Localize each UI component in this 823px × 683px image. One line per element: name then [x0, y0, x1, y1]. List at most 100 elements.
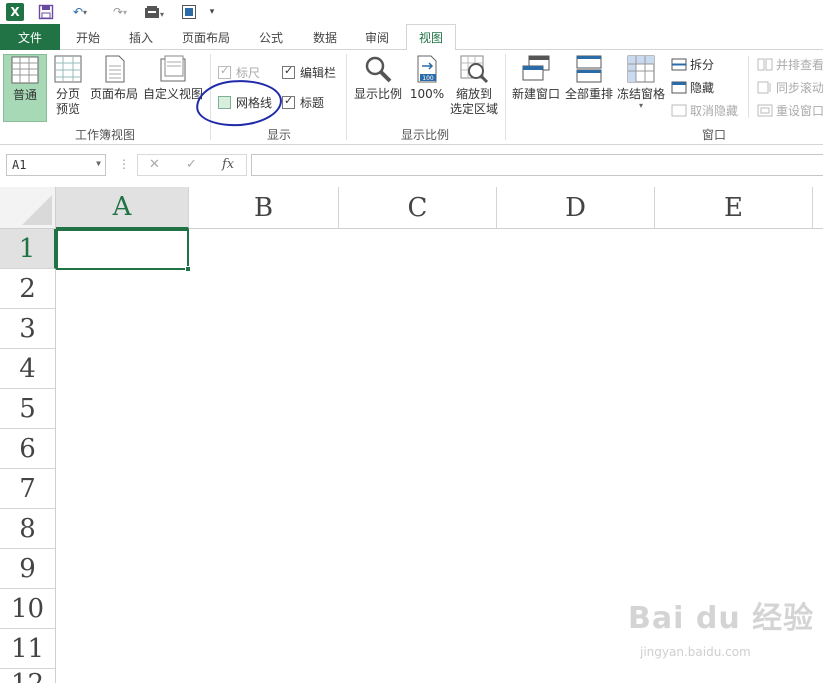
svg-text:100: 100	[422, 75, 434, 82]
zoom-100-button[interactable]: 100 100%	[408, 54, 446, 122]
customize-qat-icon[interactable]: ▾	[206, 3, 218, 21]
zoom-to-selection-button[interactable]: 缩放到 选定区域	[448, 54, 500, 122]
normal-view-label: 普通	[12, 88, 37, 102]
select-all-button[interactable]	[0, 187, 56, 229]
row-header-12[interactable]: 12	[0, 669, 56, 683]
ruler-checkbox[interactable]: 标尺	[218, 63, 260, 81]
name-box[interactable]: A1 ▼	[6, 154, 106, 176]
headings-checkbox-box	[282, 94, 295, 109]
insert-function-icon[interactable]: fx	[222, 157, 234, 172]
unhide-window-button[interactable]: 取消隐藏	[671, 100, 738, 120]
column-header-b[interactable]: B	[189, 187, 339, 229]
gridlines-checkbox[interactable]: 网格线	[218, 93, 272, 111]
zoom-100-icon: 100	[417, 55, 437, 83]
redo-icon[interactable]: ↷ ▾	[106, 3, 134, 21]
ruler-checkbox-box	[218, 64, 231, 79]
sync-scroll-icon	[757, 81, 771, 93]
formula-bar-checkbox[interactable]: 编辑栏	[282, 63, 336, 81]
tab-review[interactable]: 审阅	[354, 24, 400, 50]
active-cell-a1[interactable]	[56, 229, 191, 272]
excel-logo-icon: X	[6, 3, 24, 21]
headings-label: 标题	[300, 95, 325, 110]
tab-formulas[interactable]: 公式	[248, 24, 294, 50]
reset-window-position-button[interactable]: 重设窗口	[757, 100, 823, 120]
chevron-down-icon[interactable]: ▼	[96, 159, 101, 168]
fill-handle[interactable]	[185, 266, 191, 272]
freeze-panes-button[interactable]: 冻结窗格 ▾	[615, 54, 667, 122]
baidu-watermark: Bai du 经验	[628, 601, 815, 636]
formula-bar: A1 ▼ ⋮ ✕ ✓ fx	[0, 145, 823, 187]
column-header-a[interactable]: A	[56, 187, 189, 229]
formula-buttons: ✕ ✓ fx	[137, 154, 247, 176]
new-window-label: 新建窗口	[511, 87, 560, 101]
split-icon	[671, 58, 687, 70]
freeze-panes-icon	[627, 55, 655, 83]
cancel-icon[interactable]: ✕	[149, 157, 160, 172]
headings-checkbox[interactable]: 标题	[282, 93, 324, 111]
tab-page-layout[interactable]: 页面布局	[172, 24, 240, 50]
zoom-selection-icon	[460, 55, 489, 84]
zoom-100-label: 100%	[409, 87, 445, 101]
custom-views-button[interactable]: 自定义视图	[142, 54, 204, 122]
tab-data[interactable]: 数据	[302, 24, 348, 50]
custom-views-icon	[160, 55, 186, 82]
workbook-icon[interactable]: ▾	[142, 3, 168, 21]
normal-view-icon	[11, 56, 39, 84]
column-header-c[interactable]: C	[339, 187, 497, 229]
normal-view-button[interactable]: 普通	[3, 54, 47, 122]
row-header-8[interactable]: 8	[0, 509, 56, 549]
tab-home[interactable]: 开始	[66, 24, 110, 50]
hide-window-icon	[671, 81, 687, 93]
formula-input[interactable]	[251, 154, 823, 176]
column-header-e[interactable]: E	[655, 187, 813, 229]
row-header-9[interactable]: 9	[0, 549, 56, 589]
row-header-7[interactable]: 7	[0, 469, 56, 509]
split-label: 拆分	[690, 57, 715, 72]
view-side-by-side-button[interactable]: 并排查看	[757, 54, 823, 74]
row-header-1[interactable]: 1	[0, 229, 56, 269]
window-group-label: 窗口	[702, 128, 727, 142]
new-window-button[interactable]: 新建窗口	[510, 54, 562, 122]
row-header-2[interactable]: 2	[0, 269, 56, 309]
page-break-preview-icon	[54, 55, 82, 83]
sync-scroll-button[interactable]: 同步滚动	[757, 77, 823, 97]
row-header-11[interactable]: 11	[0, 629, 56, 669]
gridlines-checkbox-box	[218, 95, 231, 109]
column-header-f[interactable]	[813, 187, 823, 229]
row-header-5[interactable]: 5	[0, 389, 56, 429]
arrange-all-label: 全部重排	[564, 87, 613, 101]
formula-bar-grip-icon[interactable]: ⋮	[118, 157, 130, 171]
dropdown-icon: ▾	[638, 101, 643, 110]
column-header-d[interactable]: D	[497, 187, 655, 229]
page-break-preview-button[interactable]: 分页 预览	[50, 54, 86, 122]
save-icon[interactable]	[38, 3, 54, 21]
tab-insert[interactable]: 插入	[118, 24, 164, 50]
row-header-6[interactable]: 6	[0, 429, 56, 469]
form-icon[interactable]	[180, 3, 198, 21]
row-header-10[interactable]: 10	[0, 589, 56, 629]
row-header-4[interactable]: 4	[0, 349, 56, 389]
tab-view[interactable]: 视图	[406, 24, 456, 51]
new-window-icon	[522, 55, 550, 81]
undo-icon[interactable]: ↶ ▾	[66, 3, 94, 21]
group-separator	[505, 54, 506, 140]
page-layout-view-button[interactable]: 页面布局	[88, 54, 140, 122]
enter-icon[interactable]: ✓	[186, 157, 197, 172]
freeze-panes-label: 冻结窗格	[616, 87, 665, 101]
group-separator	[346, 54, 347, 140]
arrange-all-button[interactable]: 全部重排	[563, 54, 615, 122]
baidu-watermark-url: jingyan.baidu.com	[640, 645, 751, 659]
ribbon-tabs: 文件 开始 插入 页面布局 公式 数据 审阅 视图	[0, 24, 823, 51]
quick-access-toolbar: X ↶ ▾ ↷ ▾ ▾ ▾	[0, 0, 823, 24]
row-header-3[interactable]: 3	[0, 309, 56, 349]
split-button[interactable]: 拆分	[671, 54, 714, 74]
ribbon-view: 普通 分页预览 页面布局 自定义视图 工作簿视图 标尺 编辑栏 网格线	[0, 50, 823, 145]
side-by-side-label: 并排查看	[776, 57, 823, 72]
tab-file[interactable]: 文件	[0, 24, 60, 50]
hide-window-button[interactable]: 隐藏	[671, 77, 714, 97]
zoom-button[interactable]: 显示比例	[352, 54, 404, 122]
page-layout-icon	[105, 55, 125, 83]
side-by-side-icon	[757, 58, 773, 70]
gridlines-label: 网格线	[236, 95, 273, 110]
group-separator	[210, 54, 211, 140]
